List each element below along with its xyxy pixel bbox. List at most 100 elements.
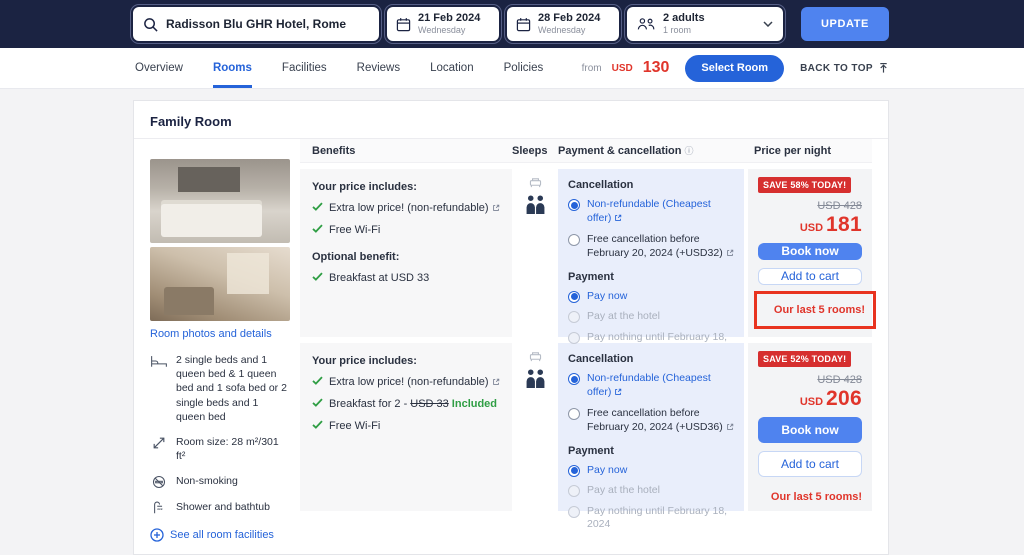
- sleeps-cell: [512, 169, 558, 337]
- checkin-date: 21 Feb 2024: [418, 12, 480, 26]
- old-price: USD 428: [758, 200, 862, 212]
- check-icon: [312, 420, 323, 429]
- adults-icon: [524, 369, 547, 388]
- radio-free-cancellation[interactable]: [568, 234, 580, 246]
- tab-location[interactable]: Location: [430, 48, 473, 88]
- benefit-item: Extra low price! (non-refundable): [312, 201, 500, 216]
- cancellation-option: Free cancellation before February 20, 20…: [568, 233, 734, 261]
- price-currency: USD: [800, 222, 823, 234]
- detail-non-smoking: Non-smoking: [150, 474, 290, 489]
- cancellation-option: Free cancellation before February 20, 20…: [568, 407, 734, 435]
- hotel-search-field[interactable]: [133, 7, 379, 41]
- no-smoking-icon: [150, 475, 168, 489]
- cancellation-option: Non-refundable (Cheapest offer): [568, 198, 734, 226]
- radio-pay-at-hotel: [568, 485, 580, 497]
- payment-option: Pay now: [568, 290, 734, 304]
- sleeps-cell: [512, 343, 558, 511]
- benefit-text: Free Wi-Fi: [329, 223, 380, 237]
- tab-policies[interactable]: Policies: [504, 48, 544, 88]
- guests-icon: [637, 17, 655, 31]
- radio-pay-now[interactable]: [568, 291, 580, 303]
- payment-option: Pay at the hotel: [568, 310, 734, 324]
- radio-free-cancellation[interactable]: [568, 408, 580, 420]
- info-icon[interactable]: ⓘ: [685, 144, 694, 157]
- rate-row-1: Your price includes: Extra low price! (n…: [300, 169, 872, 337]
- option-label: Pay now: [587, 464, 627, 478]
- radio-pay-at-hotel: [568, 311, 580, 323]
- sofa-bed-icon: [529, 177, 542, 188]
- radio-pay-now[interactable]: [568, 465, 580, 477]
- option-label-wrap: Non-refundable (Cheapest offer): [587, 372, 734, 400]
- highlight-annotation-box: Our last 5 rooms!: [754, 291, 876, 329]
- tab-facilities[interactable]: Facilities: [282, 48, 327, 88]
- check-icon: [312, 398, 323, 407]
- tab-rooms[interactable]: Rooms: [213, 48, 252, 88]
- current-price: USD181: [758, 213, 862, 237]
- from-currency: USD: [612, 63, 633, 74]
- check-icon: [312, 376, 323, 385]
- checkout-field[interactable]: 28 Feb 2024 Wednesday: [507, 7, 619, 41]
- option-label: Pay nothing until February 18, 2024: [587, 505, 734, 532]
- save-badge: SAVE 52% TODAY!: [758, 351, 851, 367]
- detail-beds: 2 single beds and 1 queen bed & 1 queen …: [150, 353, 290, 424]
- tab-reviews[interactable]: Reviews: [357, 48, 400, 88]
- urgency-text: Our last 5 rooms!: [758, 491, 862, 503]
- guests-selector[interactable]: 2 adults 1 room: [627, 7, 783, 41]
- urgency-text: Our last 5 rooms!: [765, 304, 865, 316]
- topbar: 21 Feb 2024 Wednesday 28 Feb 2024 Wednes…: [0, 0, 1024, 48]
- benefit-text: Breakfast for 2 -USD 33Included: [329, 397, 497, 411]
- price-cell: SAVE 58% TODAY! USD 428 USD181 Book now …: [748, 169, 872, 337]
- cancellation-label: Cancellation: [568, 179, 734, 191]
- benefit-item-breakfast: Breakfast for 2 -USD 33Included: [312, 397, 500, 411]
- topbar-inner: 21 Feb 2024 Wednesday 28 Feb 2024 Wednes…: [133, 7, 889, 41]
- add-to-cart-button[interactable]: Add to cart: [758, 268, 862, 285]
- optional-benefit-label: Optional benefit:: [312, 251, 500, 263]
- benefit-text: Extra low price! (non-refundable): [329, 201, 500, 216]
- option-label-wrap: Non-refundable (Cheapest offer): [587, 198, 734, 226]
- checkin-day: Wednesday: [418, 25, 480, 36]
- column-payment: Payment & cancellation ⓘ: [558, 144, 748, 157]
- radio-non-refundable[interactable]: [568, 373, 580, 385]
- room-title: Family Room: [134, 101, 888, 138]
- room-photo-2[interactable]: [150, 247, 290, 321]
- shower-icon: [150, 501, 168, 515]
- update-button[interactable]: UPDATE: [801, 7, 889, 41]
- option-label: Pay at the hotel: [587, 484, 660, 498]
- column-benefits: Benefits: [300, 145, 512, 157]
- includes-label: Your price includes:: [312, 181, 500, 193]
- checkin-field[interactable]: 21 Feb 2024 Wednesday: [387, 7, 499, 41]
- price-cell: SAVE 52% TODAY! USD 428 USD206 Book now …: [748, 343, 872, 511]
- includes-label: Your price includes:: [312, 355, 500, 367]
- adults-icon: [524, 195, 547, 214]
- room-nav: Overview Rooms Facilities Reviews Locati…: [0, 48, 1024, 88]
- tab-overview[interactable]: Overview: [135, 48, 183, 88]
- room-photo-1[interactable]: [150, 159, 290, 243]
- guests-rooms: 1 room: [663, 25, 705, 36]
- rates-header-row: Benefits Sleeps Payment & cancellation ⓘ…: [300, 139, 872, 163]
- bed-icon: [150, 354, 168, 368]
- checkout-day: Wednesday: [538, 25, 600, 36]
- book-now-button[interactable]: Book now: [758, 417, 862, 443]
- payment-option: Pay nothing until February 18, 2024: [568, 505, 734, 532]
- back-to-top-link[interactable]: BACK TO TOP: [800, 62, 889, 74]
- from-price: 130: [643, 59, 670, 77]
- detail-room-size-text: Room size: 28 m²/301 ft²: [176, 435, 290, 463]
- payment-label: Payment: [568, 271, 734, 283]
- check-icon: [312, 224, 323, 233]
- room-photos-link[interactable]: Room photos and details: [150, 328, 290, 340]
- column-payment-label: Payment & cancellation: [558, 145, 682, 157]
- search-input[interactable]: [166, 17, 369, 31]
- see-all-facilities-link[interactable]: See all room facilities: [150, 528, 290, 542]
- radio-non-refundable[interactable]: [568, 199, 580, 211]
- add-to-cart-button[interactable]: Add to cart: [758, 451, 862, 477]
- book-now-button[interactable]: Book now: [758, 243, 862, 260]
- select-room-button[interactable]: Select Room: [685, 55, 784, 82]
- save-badge: SAVE 58% TODAY!: [758, 177, 851, 193]
- search-icon: [143, 17, 158, 32]
- price-amount: 181: [826, 213, 862, 236]
- radio-pay-nothing-until: [568, 506, 580, 518]
- rate-row-2: Your price includes: Extra low price! (n…: [300, 343, 872, 511]
- option-label: Pay at the hotel: [587, 310, 660, 324]
- checkout-date: 28 Feb 2024: [538, 12, 600, 26]
- benefit-text: Free Wi-Fi: [329, 419, 380, 433]
